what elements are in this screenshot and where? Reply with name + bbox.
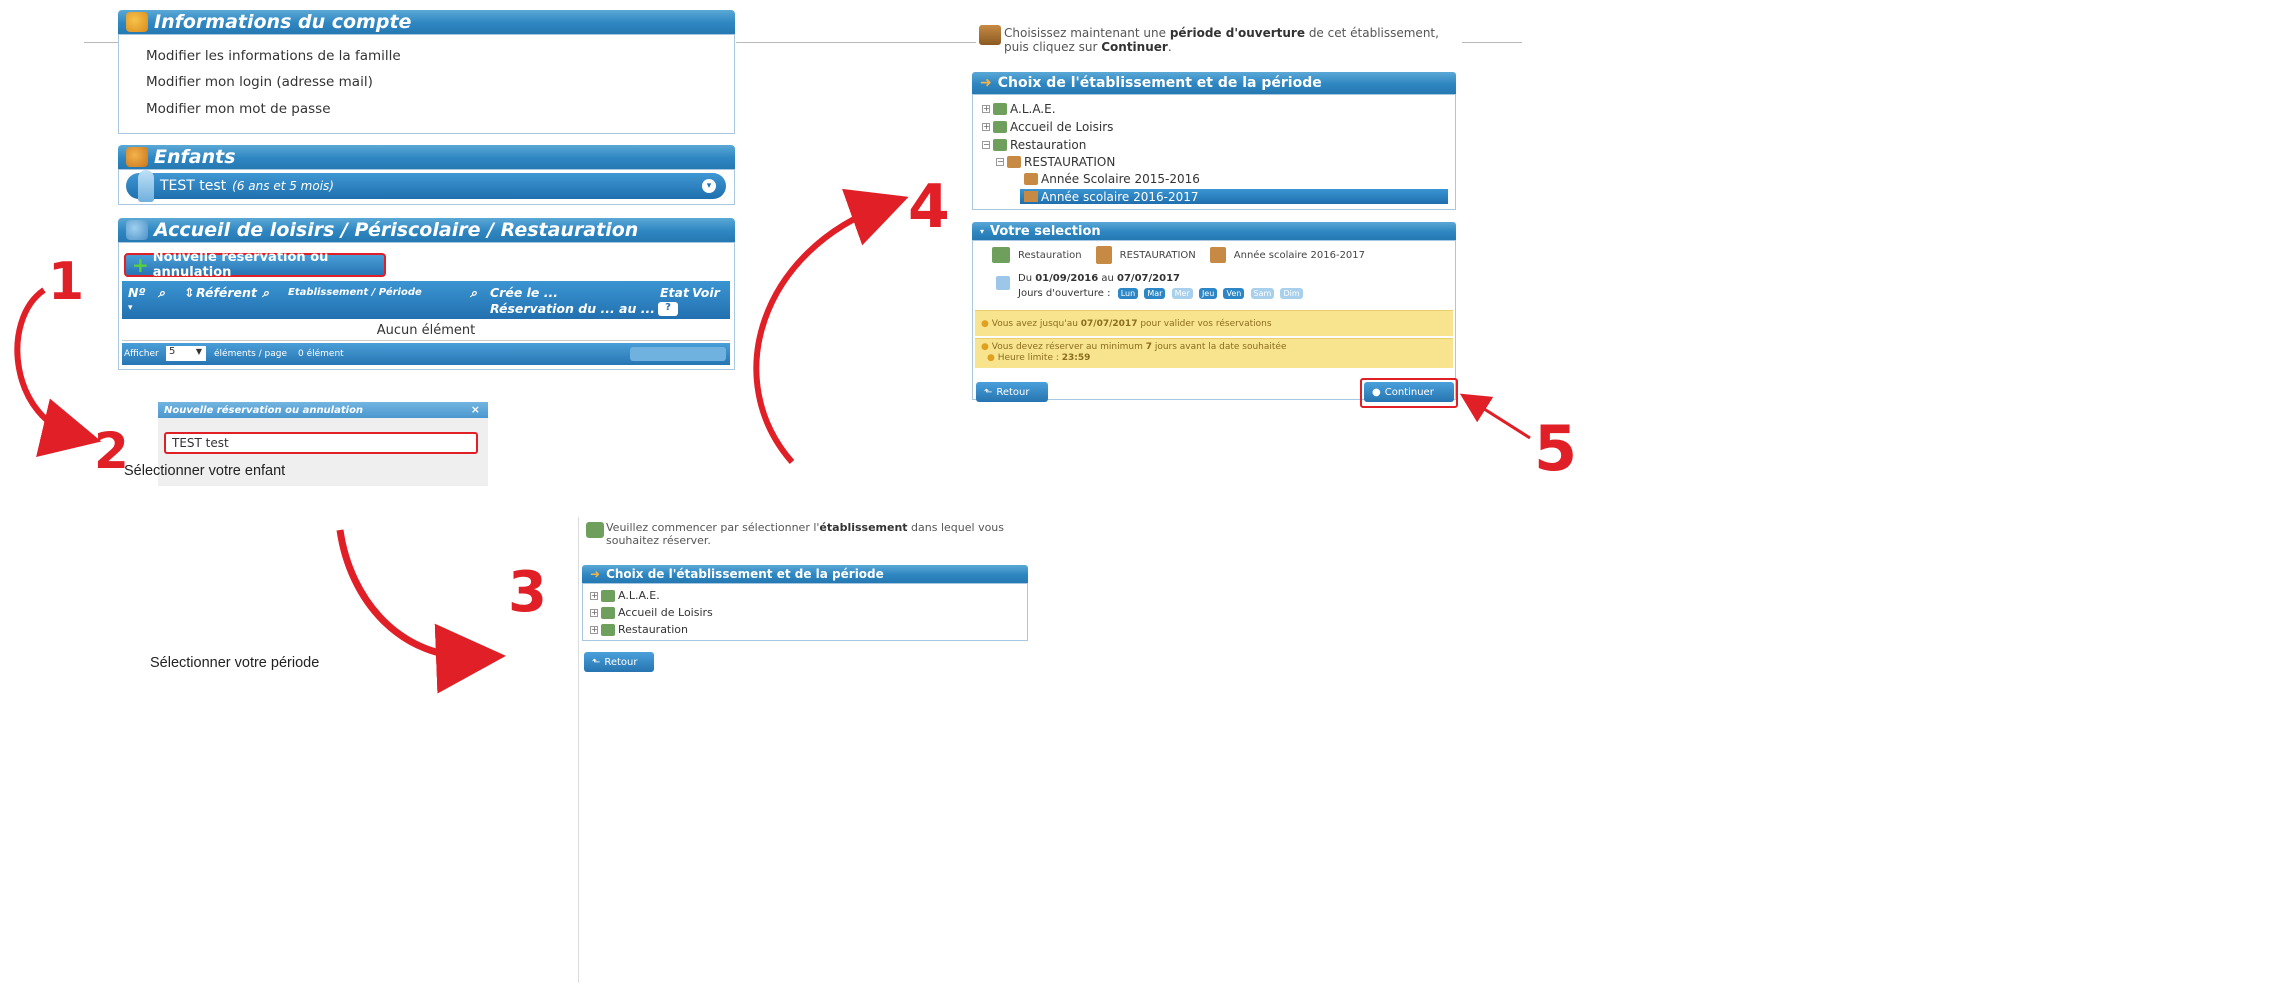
arrow-step-1-to-2 xyxy=(14,287,102,457)
arrow-step-5 xyxy=(1459,393,1531,440)
step-arrows xyxy=(14,188,1531,694)
arrow-step-2-to-3 xyxy=(336,529,506,694)
arrow-step-3-to-4 xyxy=(753,188,909,464)
